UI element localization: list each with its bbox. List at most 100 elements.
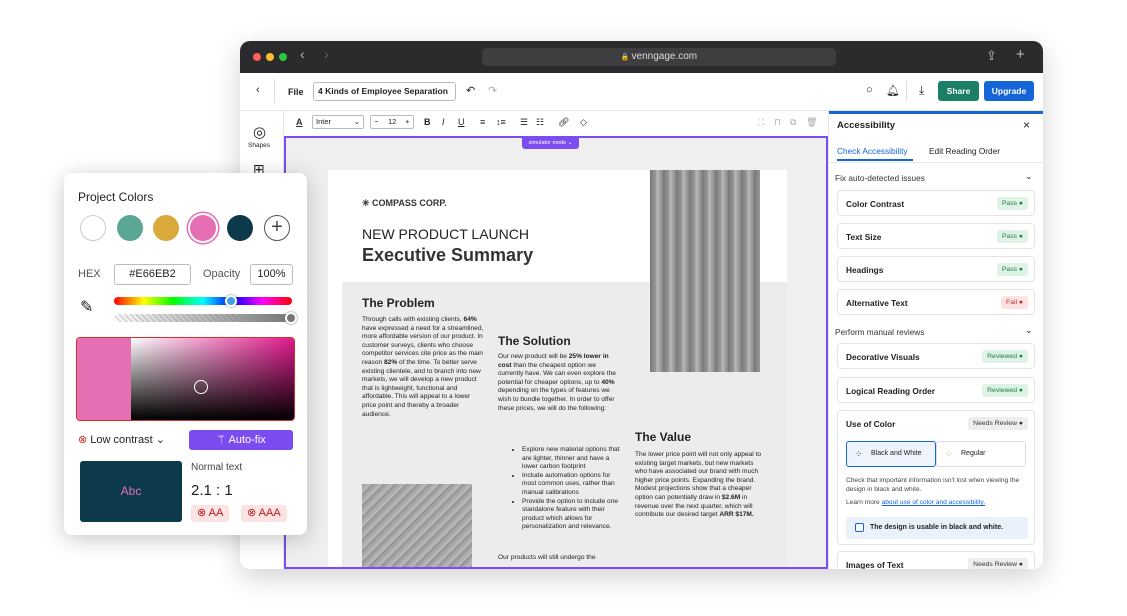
- address-bar[interactable]: 🔒 venngage.com: [482, 48, 836, 66]
- font-size-stepper[interactable]: −12 +: [370, 115, 414, 129]
- checkbox[interactable]: [855, 523, 864, 532]
- zoom-window-button[interactable]: [279, 53, 287, 61]
- chevron-down-icon[interactable]: ⌄: [1025, 171, 1033, 182]
- browser-titlebar: ‹ › 🔒 venngage.com ⇪ +: [240, 41, 1043, 73]
- list-item: Include automation options for most comm…: [522, 472, 624, 498]
- color-picker-area[interactable]: [76, 337, 295, 421]
- share-page-icon[interactable]: ⇪: [986, 48, 997, 64]
- simulator-mode-button[interactable]: simulator mode ⌄: [522, 138, 579, 149]
- swatch-gold[interactable]: [153, 215, 179, 241]
- opacity-slider-fill: [114, 314, 292, 322]
- undo-icon[interactable]: ↶: [466, 84, 475, 97]
- minus-icon[interactable]: −: [374, 116, 378, 128]
- status-badge: Reviewed ●: [982, 384, 1028, 397]
- back-icon[interactable]: ‹: [300, 46, 305, 62]
- opacity-input[interactable]: 100%: [250, 264, 293, 285]
- forward-icon[interactable]: ›: [324, 46, 329, 62]
- underline-icon[interactable]: U: [458, 117, 465, 127]
- italic-icon[interactable]: I: [442, 117, 445, 127]
- add-color-button[interactable]: +: [264, 215, 290, 241]
- magic-wand-icon: ⚚: [216, 434, 229, 446]
- upgrade-button[interactable]: Upgrade: [984, 81, 1034, 101]
- text-color-icon[interactable]: A: [296, 117, 303, 127]
- error-icon: ⊗: [78, 434, 91, 446]
- status-badge: Pass ●: [996, 230, 1028, 243]
- bell-icon[interactable]: 🔔︎: [886, 84, 900, 97]
- bold-icon[interactable]: B: [424, 117, 431, 127]
- hex-label: HEX: [78, 268, 101, 280]
- section-auto-detected[interactable]: Fix auto-detected issues: [835, 173, 925, 183]
- crop-icon[interactable]: ⛶: [758, 117, 764, 128]
- list-item: Provide the option to include one standa…: [522, 498, 624, 532]
- download-icon[interactable]: ⤓: [919, 83, 924, 98]
- saturation-field[interactable]: [131, 338, 294, 420]
- eyedropper-icon[interactable]: ✎: [80, 297, 93, 317]
- autofix-button[interactable]: ⚚ Auto-fix: [189, 430, 293, 450]
- opacity-slider[interactable]: [114, 312, 297, 324]
- brand-name: COMPASS CORP.: [372, 198, 447, 208]
- status-badge: Needs Review ●: [968, 558, 1028, 569]
- opacity-slider-handle[interactable]: [285, 312, 297, 324]
- font-size-value[interactable]: 12: [388, 116, 396, 128]
- duplicate-icon[interactable]: ⧉: [790, 117, 796, 128]
- font-select[interactable]: Inter ⌄: [312, 115, 364, 129]
- review-images-of-text[interactable]: Images of Text Needs Review ●: [837, 551, 1035, 569]
- numbered-list-icon[interactable]: ☷: [536, 117, 544, 128]
- check-alternative-text[interactable]: Alternative Text Fail ●: [837, 289, 1035, 315]
- chevron-down-icon: ⌄: [353, 117, 360, 126]
- back-icon[interactable]: ‹: [256, 84, 260, 96]
- solution-tail: Our products will still undergo the: [498, 554, 596, 561]
- check-text-size[interactable]: Text Size Pass ●: [837, 223, 1035, 249]
- hex-input[interactable]: #E66EB2: [114, 264, 191, 285]
- minimize-window-button[interactable]: [266, 53, 274, 61]
- shapes-icon[interactable]: ◎: [253, 123, 266, 141]
- section-manual-reviews[interactable]: Perform manual reviews: [835, 327, 924, 337]
- document-name-input[interactable]: 4 Kinds of Employee Separation: [313, 82, 456, 101]
- document-page[interactable]: ✳ COMPASS CORP. NEW PRODUCT LAUNCH Execu…: [328, 170, 787, 567]
- line-spacing-icon[interactable]: ↕≡: [496, 117, 506, 127]
- app-header: ‹ File 4 Kinds of Employee Separation ↶ …: [240, 73, 1043, 111]
- swatch-pink-selected[interactable]: [190, 215, 216, 241]
- status-badge: Needs Review ●: [968, 417, 1028, 430]
- close-icon[interactable]: ×: [1023, 118, 1030, 132]
- shapes-label[interactable]: Shapes: [248, 142, 270, 149]
- option-regular[interactable]: ⁘ Regular: [936, 441, 1026, 467]
- file-menu[interactable]: File: [288, 87, 304, 97]
- link-icon[interactable]: 🔗︎: [558, 117, 569, 128]
- swatch-navy[interactable]: [227, 215, 253, 241]
- swatch-teal[interactable]: [117, 215, 143, 241]
- status-badge: Pass ●: [996, 263, 1028, 276]
- hue-slider-handle[interactable]: [225, 295, 238, 307]
- bw-usable-checkbox-row[interactable]: The design is usable in black and white.: [846, 517, 1028, 539]
- review-decorative-visuals[interactable]: Decorative Visuals Reviewed ●: [837, 343, 1035, 369]
- tab-edit-reading-order[interactable]: Edit Reading Order: [929, 146, 1000, 156]
- accessibility-panel: Accessibility × Check Accessibility Edit…: [828, 111, 1043, 569]
- contrast-warning[interactable]: ⊗ Low contrast ⌄: [78, 433, 165, 446]
- tag-icon[interactable]: ◇: [580, 117, 587, 128]
- saturation-handle[interactable]: [194, 380, 208, 394]
- design-canvas[interactable]: simulator mode ⌄ ✳ COMPASS CORP. NEW PRO…: [284, 136, 828, 569]
- redo-icon[interactable]: ↷: [488, 84, 497, 97]
- bullet-list-icon[interactable]: ☰: [520, 117, 528, 128]
- comment-icon[interactable]: ○: [866, 84, 873, 96]
- close-window-button[interactable]: [253, 53, 261, 61]
- swatch-white[interactable]: [80, 215, 106, 241]
- check-headings[interactable]: Headings Pass ●: [837, 256, 1035, 282]
- review-use-of-color[interactable]: Use of Color Needs Review ● ⁘ Black and W…: [837, 410, 1035, 545]
- chevron-down-icon[interactable]: ⌄: [1025, 325, 1033, 336]
- hue-slider[interactable]: [114, 295, 292, 307]
- share-button[interactable]: Share: [938, 81, 979, 101]
- learn-more-link[interactable]: about use of color and accessibility.: [882, 499, 986, 506]
- align-icon[interactable]: ≡: [480, 117, 485, 127]
- problem-title: The Problem: [362, 296, 435, 310]
- opacity-label: Opacity: [203, 268, 241, 280]
- new-tab-icon[interactable]: +: [1016, 46, 1025, 63]
- plus-icon[interactable]: +: [405, 116, 409, 128]
- review-logical-reading-order[interactable]: Logical Reading Order Reviewed ●: [837, 377, 1035, 403]
- lock-icon[interactable]: ⊓: [774, 117, 781, 128]
- check-color-contrast[interactable]: Color Contrast Pass ●: [837, 190, 1035, 216]
- browser-window: ‹ › 🔒 venngage.com ⇪ + ‹ File 4 Kinds of…: [240, 41, 1043, 569]
- tab-check-accessibility[interactable]: Check Accessibility: [837, 146, 908, 156]
- option-black-and-white[interactable]: ⁘ Black and White: [846, 441, 936, 467]
- trash-icon[interactable]: 🗑︎: [806, 117, 817, 128]
